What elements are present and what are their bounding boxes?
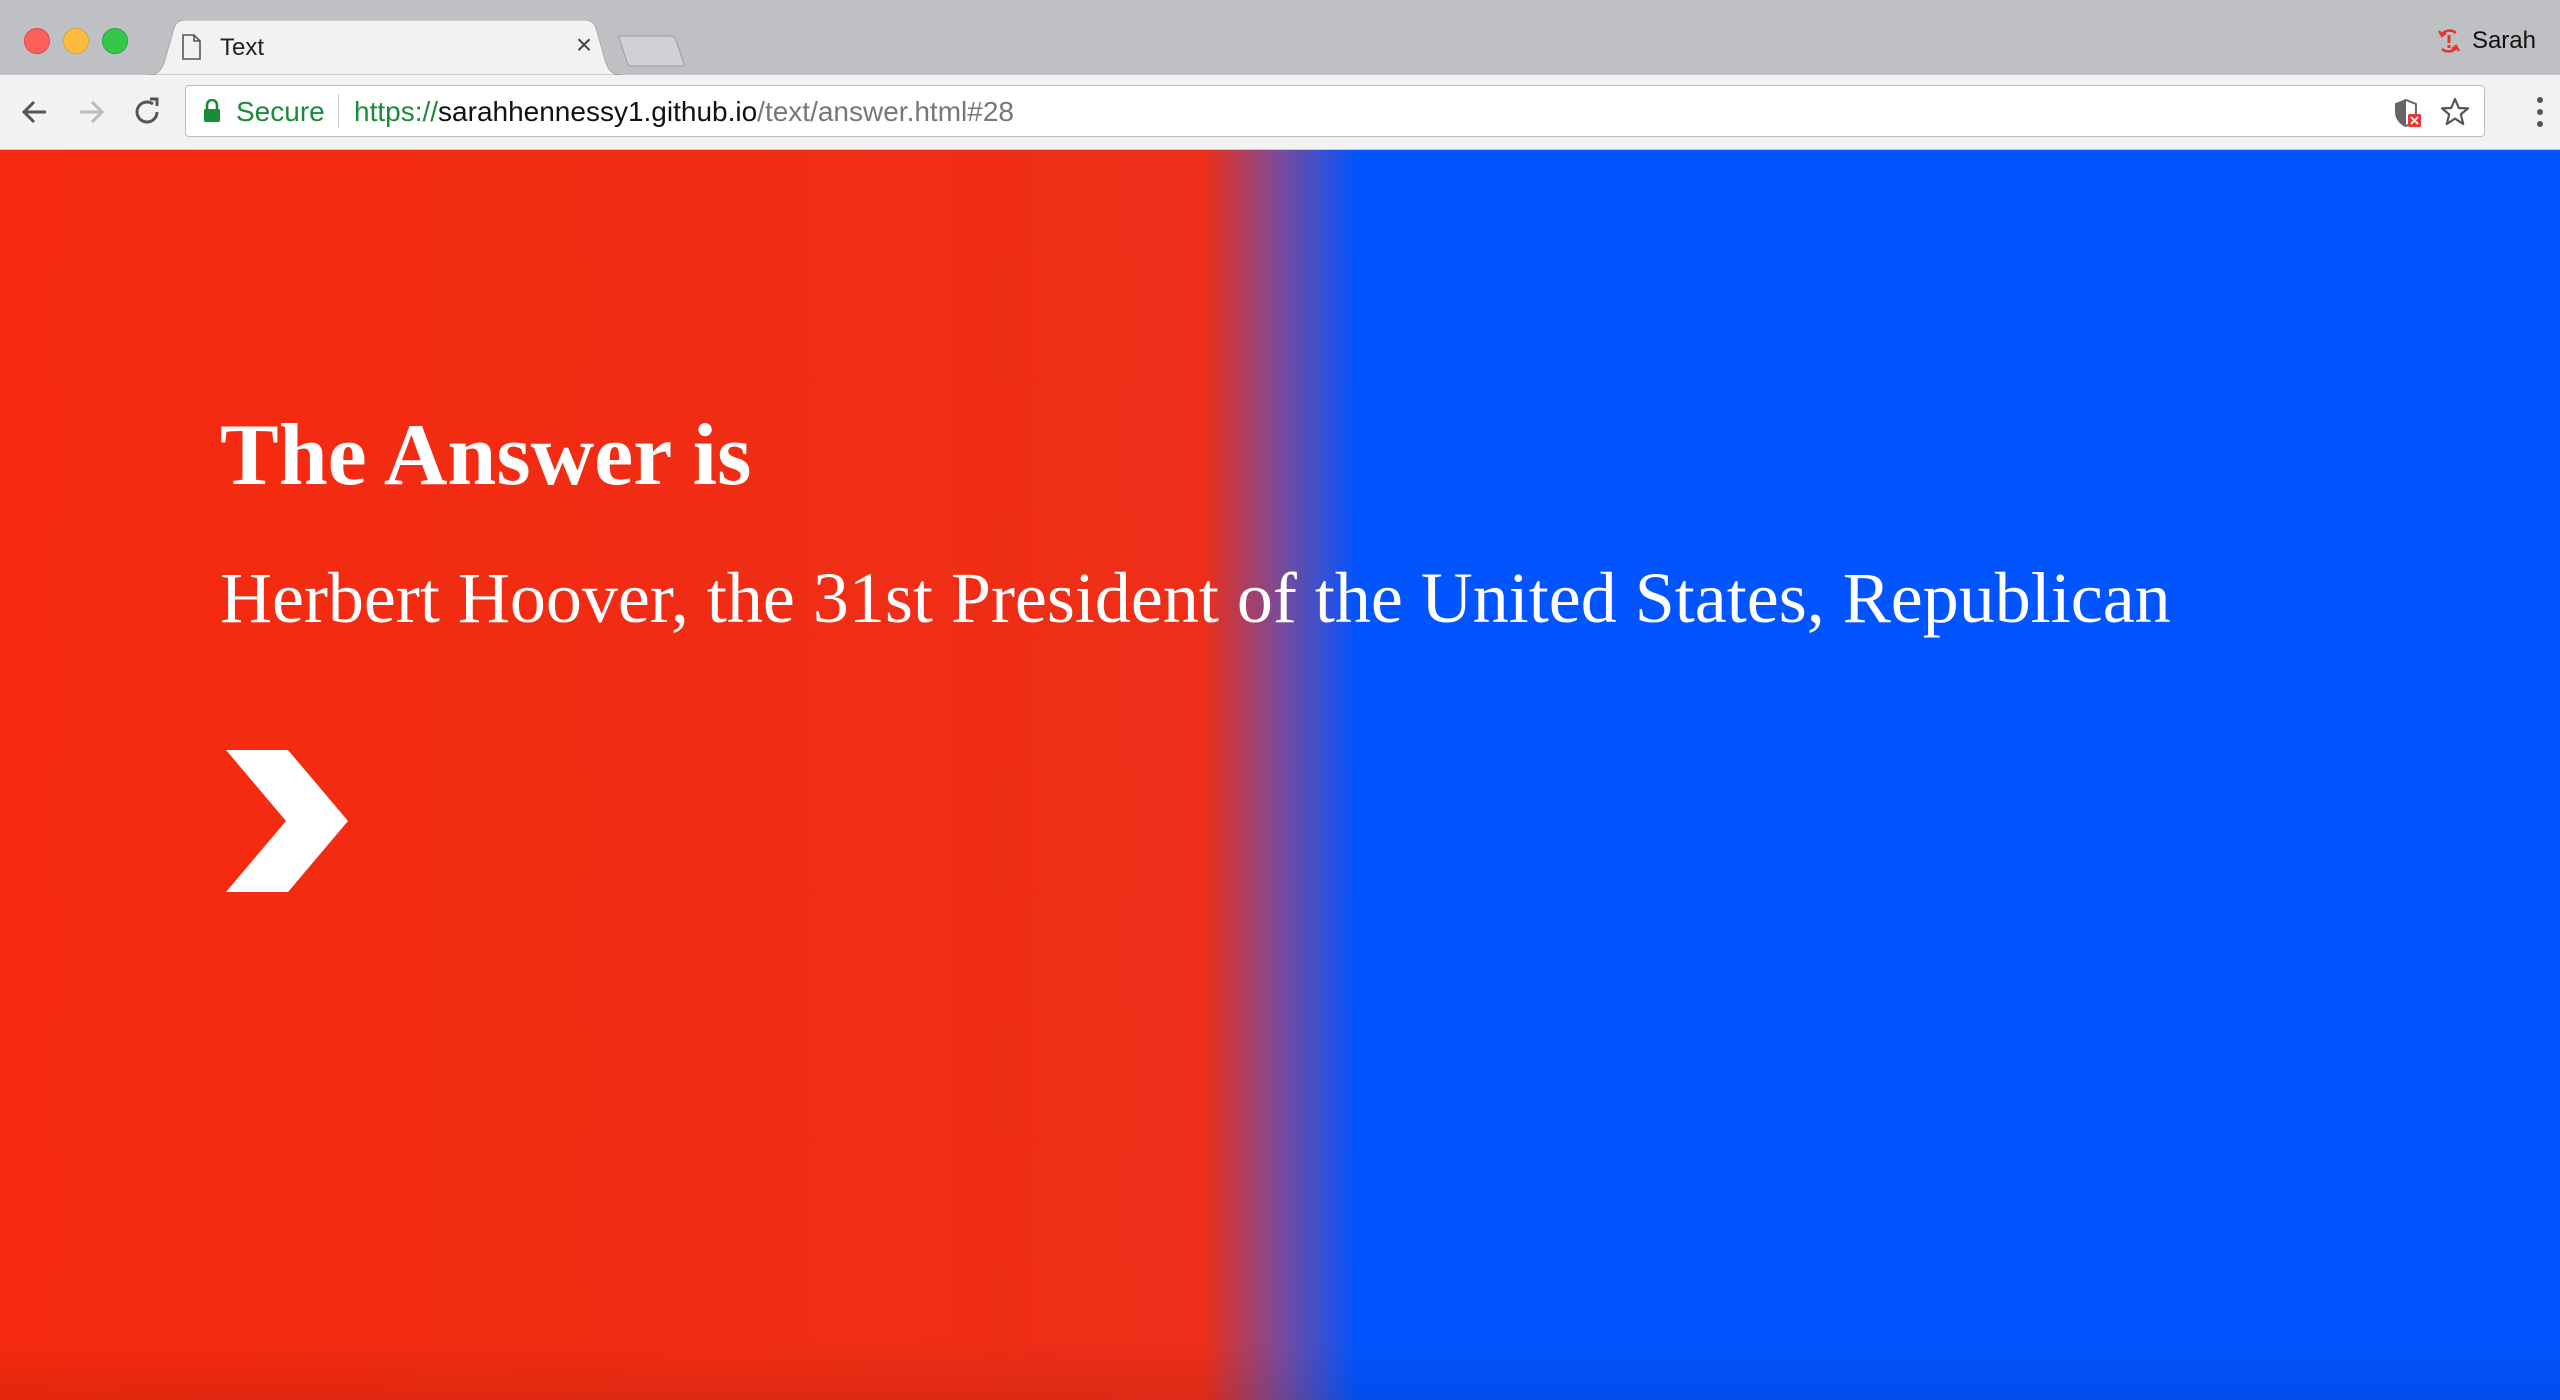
answer-heading: The Answer is xyxy=(220,407,752,504)
window-maximize-button[interactable] xyxy=(102,28,128,54)
tab-close-icon[interactable]: × xyxy=(571,31,597,59)
omnibox-divider xyxy=(338,94,339,128)
tab-active[interactable]: Text × xyxy=(148,20,622,75)
profile-name: Sarah xyxy=(2471,27,2536,54)
lock-icon xyxy=(204,99,220,122)
window-minimize-button[interactable] xyxy=(63,28,89,54)
url-path: /text/answer.html#28 xyxy=(757,96,1014,127)
url-host: sarahhennessy1.github.io xyxy=(438,96,758,127)
shield-blocked-icon[interactable] xyxy=(2394,98,2422,128)
secure-label: Secure xyxy=(236,96,325,127)
forward-arrow-icon[interactable] xyxy=(72,93,110,131)
address-bar[interactable]: Secure https://sarahhennessy1.github.io/… xyxy=(185,85,2485,137)
more-menu-icon[interactable] xyxy=(2534,95,2546,129)
reload-icon[interactable] xyxy=(128,93,166,131)
tab-title: Text xyxy=(220,34,265,61)
new-tab-button[interactable] xyxy=(618,34,688,68)
page-content: The Answer is Herbert Hoover, the 31st P… xyxy=(0,150,2560,1400)
browser-window: Text × Sarah Secure https://sarahhenness… xyxy=(0,0,2560,1400)
url-scheme: https:// xyxy=(354,96,439,127)
tab-strip: Text × Sarah xyxy=(0,0,2560,75)
browser-toolbar: Secure https://sarahhennessy1.github.io/… xyxy=(0,75,2560,150)
bookmark-star-icon[interactable] xyxy=(2440,97,2470,127)
profile-button[interactable]: Sarah xyxy=(2436,26,2536,56)
window-close-button[interactable] xyxy=(24,28,50,54)
back-arrow-icon[interactable] xyxy=(16,93,54,131)
sync-error-icon xyxy=(2437,29,2460,53)
document-icon xyxy=(182,34,201,60)
url-text[interactable]: https://sarahhennessy1.github.io/text/an… xyxy=(354,96,1014,128)
chevron-right-icon[interactable] xyxy=(226,750,348,892)
answer-text: Herbert Hoover, the 31st President of th… xyxy=(220,558,2171,638)
